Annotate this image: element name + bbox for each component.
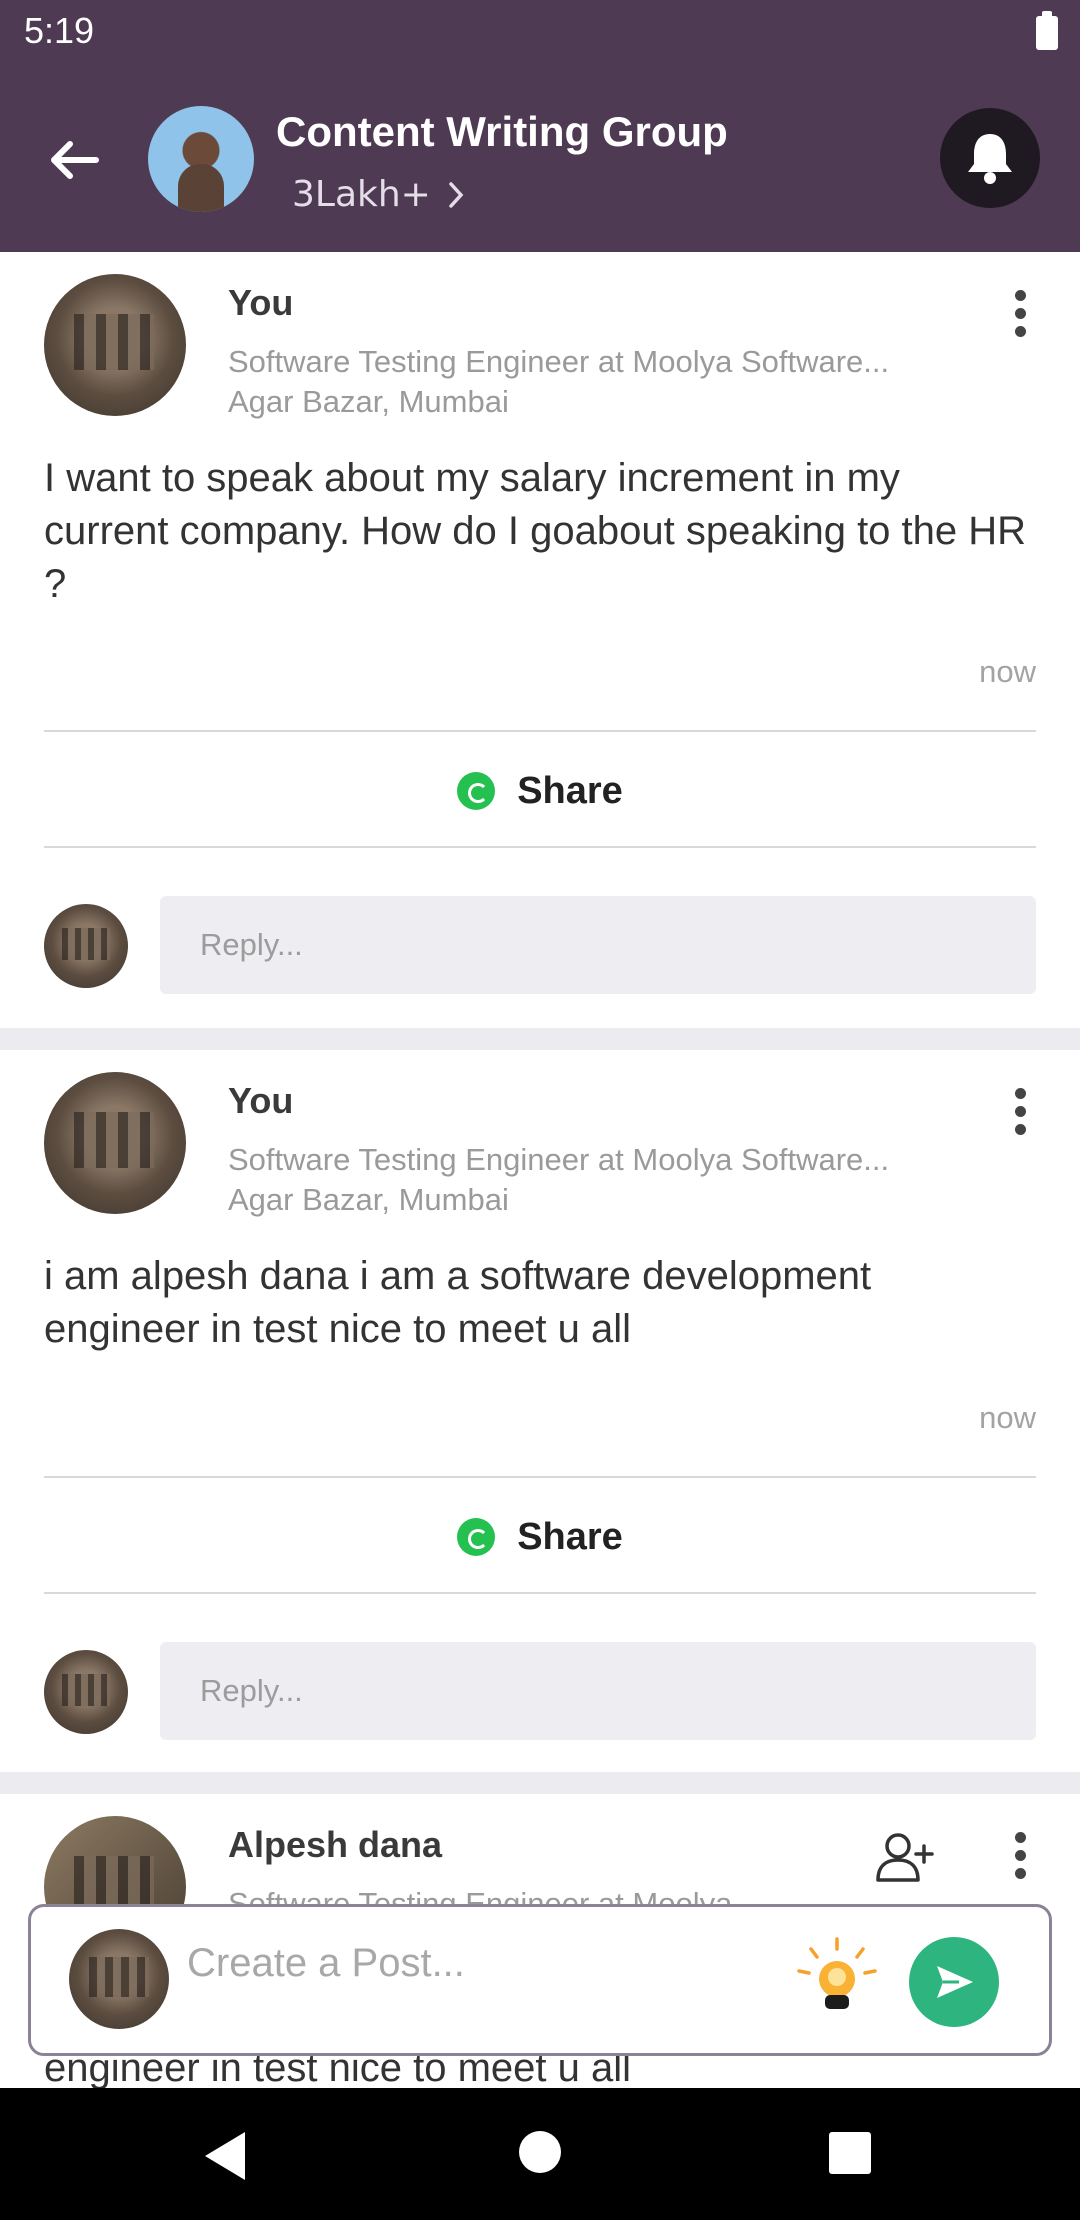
post-card: You Software Testing Engineer at Moolya … xyxy=(0,252,1080,1028)
share-button[interactable]: Share xyxy=(0,1482,1080,1592)
app-bar: Content Writing Group 3Lakh+ xyxy=(0,66,1080,252)
bell-icon xyxy=(968,134,1012,184)
post-text: I want to speak about my salary incremen… xyxy=(44,456,1027,606)
status-bar: 5:19 xyxy=(0,0,1080,66)
post-timestamp: now xyxy=(979,654,1036,689)
post-author[interactable]: You xyxy=(228,1080,293,1122)
divider xyxy=(44,1592,1036,1594)
create-post-bar[interactable]: Create a Post... xyxy=(28,1904,1052,2056)
members-count-link[interactable]: 3Lakh+ xyxy=(292,174,465,215)
system-nav-bar xyxy=(0,2088,1080,2220)
members-count: 3Lakh+ xyxy=(292,174,431,215)
avatar[interactable] xyxy=(44,1072,186,1214)
create-post-input[interactable]: Create a Post... xyxy=(187,1941,465,1986)
share-button[interactable]: Share xyxy=(0,736,1080,846)
reply-input[interactable] xyxy=(160,896,1036,994)
chevron-right-icon xyxy=(449,181,464,208)
group-title[interactable]: Content Writing Group xyxy=(276,108,728,156)
avatar xyxy=(44,1650,128,1734)
status-time: 5:19 xyxy=(24,10,95,51)
post-author-role: Software Testing Engineer at Moolya Soft… xyxy=(228,1142,890,1177)
back-arrow-icon xyxy=(51,141,99,179)
post-author-role: Software Testing Engineer at Moolya Soft… xyxy=(228,344,890,379)
divider xyxy=(44,1476,1036,1478)
post-author[interactable]: You xyxy=(228,282,293,324)
post-author-location: Agar Bazar, Mumbai xyxy=(228,384,509,419)
avatar xyxy=(69,1929,169,2029)
avatar xyxy=(44,904,128,988)
post-text: i am alpesh dana i am a software develop… xyxy=(44,1254,872,1351)
post-timestamp: now xyxy=(979,1400,1036,1435)
post-author[interactable]: Alpesh dana xyxy=(228,1824,442,1866)
reply-input[interactable] xyxy=(160,1642,1036,1740)
divider xyxy=(44,730,1036,732)
group-avatar[interactable] xyxy=(148,106,254,212)
post-author-location: Agar Bazar, Mumbai xyxy=(228,1182,509,1217)
share-label: Share xyxy=(517,769,623,812)
nav-recents-icon[interactable] xyxy=(829,2132,871,2174)
divider xyxy=(44,846,1036,848)
whatsapp-icon xyxy=(457,772,496,810)
lightbulb-icon[interactable] xyxy=(791,1933,883,2025)
post-card: You Software Testing Engineer at Moolya … xyxy=(0,1050,1080,1772)
nav-back-icon[interactable] xyxy=(205,2132,245,2180)
battery-icon xyxy=(1036,11,1058,50)
notification-bell-button[interactable] xyxy=(940,108,1040,208)
nav-home-icon[interactable] xyxy=(519,2131,561,2173)
avatar[interactable] xyxy=(44,274,186,416)
post-more-options-icon[interactable] xyxy=(1010,290,1030,350)
back-button[interactable] xyxy=(40,124,112,196)
send-post-button[interactable] xyxy=(909,1937,999,2027)
post-more-options-icon[interactable] xyxy=(1010,1832,1030,1892)
send-icon xyxy=(937,1966,973,1998)
post-more-options-icon[interactable] xyxy=(1010,1088,1030,1148)
add-user-icon xyxy=(876,1833,934,1882)
add-friend-button[interactable] xyxy=(872,1828,936,1888)
whatsapp-icon xyxy=(457,1518,496,1556)
share-label: Share xyxy=(517,1515,623,1558)
